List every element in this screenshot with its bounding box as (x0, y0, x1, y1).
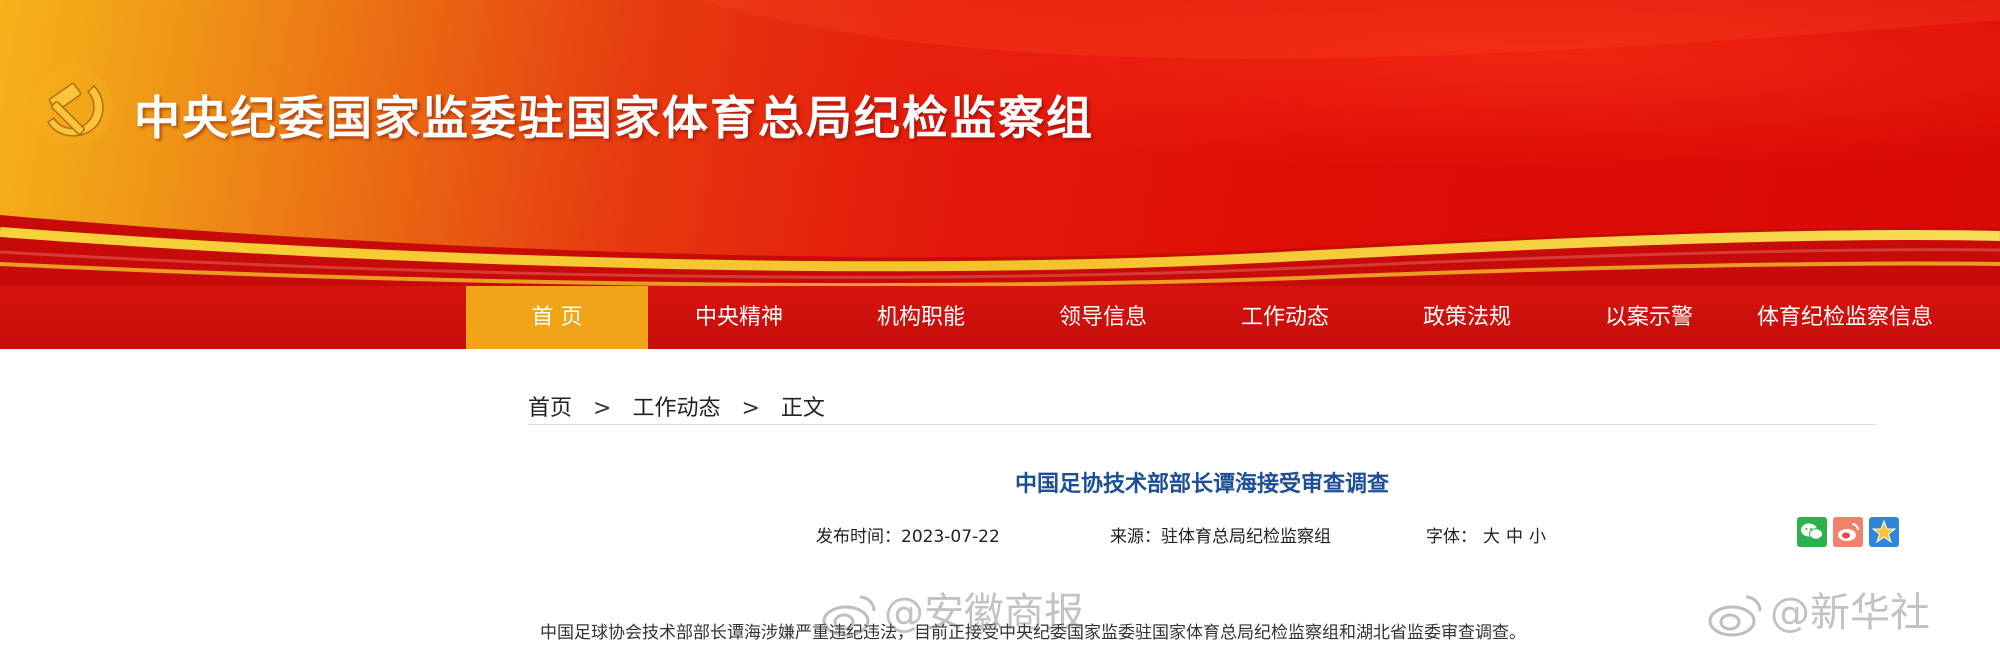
font-size-large[interactable]: 大 (1483, 527, 1500, 547)
nav-item-organization[interactable]: 机构职能 (830, 286, 1012, 349)
nav-item-leadership[interactable]: 领导信息 (1012, 286, 1194, 349)
font-size-label: 字体： (1426, 527, 1477, 547)
article-source: 来源：驻体育总局纪检监察组 (1110, 522, 1331, 547)
weibo-icon (1708, 595, 1762, 637)
breadcrumb: 首页 > 工作动态 > 正文 (528, 390, 1876, 425)
breadcrumb-section[interactable]: 工作动态 (632, 396, 720, 421)
weibo-icon[interactable] (1833, 517, 1863, 547)
watermark-left: @安徽商报 (820, 580, 1084, 639)
breadcrumb-separator: > (741, 396, 760, 421)
nav-item-case-warnings[interactable]: 以案示警 (1558, 286, 1740, 349)
qzone-icon[interactable] (1869, 517, 1899, 547)
breadcrumb-separator: > (593, 396, 612, 421)
main-navigation: 首 页 中央精神 机构职能 领导信息 工作动态 政策法规 以案示警 体育纪检监察… (0, 286, 2000, 349)
breadcrumb-home[interactable]: 首页 (528, 396, 572, 421)
nav-item-sports-discipline-info[interactable]: 体育纪检监察信息 (1740, 286, 1950, 349)
nav-item-central-spirit[interactable]: 中央精神 (648, 286, 830, 349)
breadcrumb-current: 正文 (780, 396, 825, 421)
wechat-icon[interactable] (1797, 517, 1827, 547)
weibo-icon (822, 595, 876, 637)
watermark-left-text: @安徽商报 (884, 590, 1084, 636)
header-banner: 中央纪委国家监委驻国家体育总局纪检监察组 (0, 0, 2000, 286)
source-value: 驻体育总局纪检监察组 (1161, 527, 1331, 547)
nav-item-policies[interactable]: 政策法规 (1376, 286, 1558, 349)
font-size-small[interactable]: 小 (1529, 527, 1546, 547)
party-emblem-icon (33, 67, 113, 147)
site-title: 中央纪委国家监委驻国家体育总局纪检监察组 (134, 91, 1094, 145)
font-size-medium[interactable]: 中 (1506, 527, 1523, 547)
publish-date-value: 2023-07-22 (901, 527, 1000, 547)
watermark-right-text: @新华社 (1770, 590, 1930, 636)
watermark-right: @新华社 (1706, 580, 1930, 639)
nav-item-work-news[interactable]: 工作动态 (1194, 286, 1376, 349)
publish-date-label: 发布时间： (816, 527, 901, 547)
article-title: 中国足协技术部部长谭海接受审查调查 (1014, 472, 1389, 497)
source-label: 来源： (1110, 527, 1161, 547)
publish-date: 发布时间：2023-07-22 (816, 522, 1000, 547)
font-size-controls: 字体： 大中小 (1426, 522, 1546, 547)
nav-item-home[interactable]: 首 页 (466, 286, 648, 349)
